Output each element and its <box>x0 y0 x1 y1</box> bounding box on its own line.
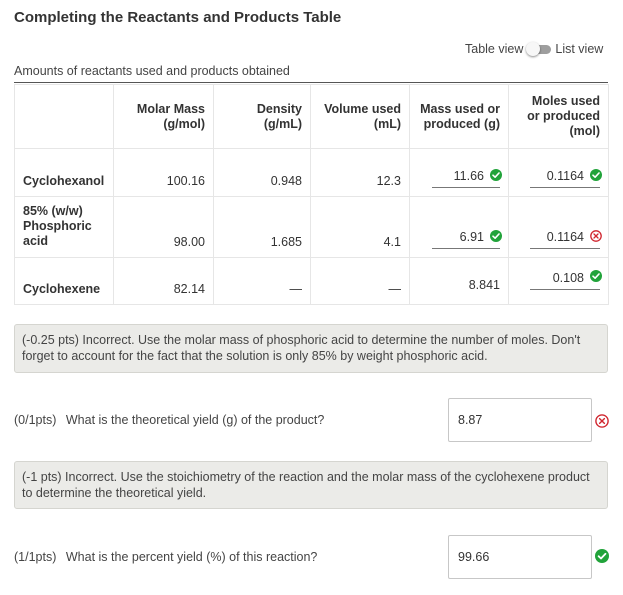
question-text: What is the percent yield (%) of this re… <box>65 550 318 564</box>
percent-yield-input[interactable]: 99.66 <box>448 535 592 579</box>
feedback-message: (-1 pts) Incorrect. Use the stoichiometr… <box>14 461 608 509</box>
volume-cell: 4.1 <box>310 196 410 258</box>
check-circle-icon <box>590 270 602 282</box>
view-switch[interactable] <box>526 42 552 56</box>
moles-field[interactable]: 0.1164 <box>530 169 602 188</box>
header-molar-mass: Molar Mass (g/mol) <box>113 84 214 149</box>
feedback-message: (-0.25 pts) Incorrect. Use the molar mas… <box>14 324 608 373</box>
view-toggle[interactable]: Table view List view <box>465 42 603 56</box>
volume-cell: 12.3 <box>310 148 410 197</box>
volume-cell: — <box>310 257 410 305</box>
density-cell: 1.685 <box>213 196 311 258</box>
header-density: Density (g/mL) <box>213 84 311 149</box>
check-circle-icon <box>490 169 502 181</box>
mass-field[interactable]: 6.91 <box>432 230 502 249</box>
row-label: 85% (w/w) Phosphoric acid <box>14 196 114 258</box>
header-blank <box>14 84 114 149</box>
density-cell: 0.948 <box>213 148 311 197</box>
mass-cell: 8.841 <box>409 257 509 305</box>
question-text: What is the theoretical yield (g) of the… <box>65 413 325 427</box>
check-circle-icon <box>590 169 602 181</box>
moles-field[interactable]: 0.1164 <box>530 230 602 249</box>
molar-mass-cell: 82.14 <box>113 257 214 305</box>
header-mass: Mass used or produced (g) <box>409 84 509 149</box>
reactants-products-table: Molar Mass (g/mol) Density (g/mL) Volume… <box>14 84 609 305</box>
moles-cell: 0.108 <box>508 257 609 305</box>
mass-cell: 6.91 <box>409 196 509 258</box>
molar-mass-cell: 100.16 <box>113 148 214 197</box>
question-theoretical-yield: (0/1pts) What is the theoretical yield (… <box>14 413 324 427</box>
row-label: Cyclohexanol <box>14 148 114 197</box>
x-circle-icon <box>590 230 602 242</box>
table-row: 85% (w/w) Phosphoric acid 98.00 1.685 4.… <box>14 196 609 258</box>
table-caption: Amounts of reactants used and products o… <box>14 64 290 78</box>
table-row: Cyclohexene 82.14 — — 8.841 0.108 <box>14 257 609 305</box>
molar-mass-cell: 98.00 <box>113 196 214 258</box>
density-cell: — <box>213 257 311 305</box>
check-circle-icon <box>490 230 502 242</box>
page-title: Completing the Reactants and Products Ta… <box>14 9 342 26</box>
check-circle-icon <box>595 549 609 563</box>
list-view-label[interactable]: List view <box>555 42 603 56</box>
header-moles: Moles used or produced (mol) <box>508 84 609 149</box>
x-circle-icon <box>595 414 609 428</box>
question-points: (1/1pts) <box>14 550 57 564</box>
mass-field[interactable]: 11.66 <box>432 169 502 188</box>
table-header-row: Molar Mass (g/mol) Density (g/mL) Volume… <box>14 84 609 149</box>
moles-cell: 0.1164 <box>508 196 609 258</box>
theoretical-yield-input[interactable]: 8.87 <box>448 398 592 442</box>
table-view-label[interactable]: Table view <box>465 42 523 56</box>
question-points: (0/1pts) <box>14 413 57 427</box>
row-label: Cyclohexene <box>14 257 114 305</box>
header-volume: Volume used (mL) <box>310 84 410 149</box>
table-row: Cyclohexanol 100.16 0.948 12.3 11.66 0.1… <box>14 148 609 197</box>
question-percent-yield: (1/1pts) What is the percent yield (%) o… <box>14 550 317 564</box>
moles-field[interactable]: 0.108 <box>530 270 602 296</box>
mass-cell: 11.66 <box>409 148 509 197</box>
moles-cell: 0.1164 <box>508 148 609 197</box>
caption-divider <box>14 82 608 83</box>
mass-value: 8.841 <box>468 278 500 292</box>
